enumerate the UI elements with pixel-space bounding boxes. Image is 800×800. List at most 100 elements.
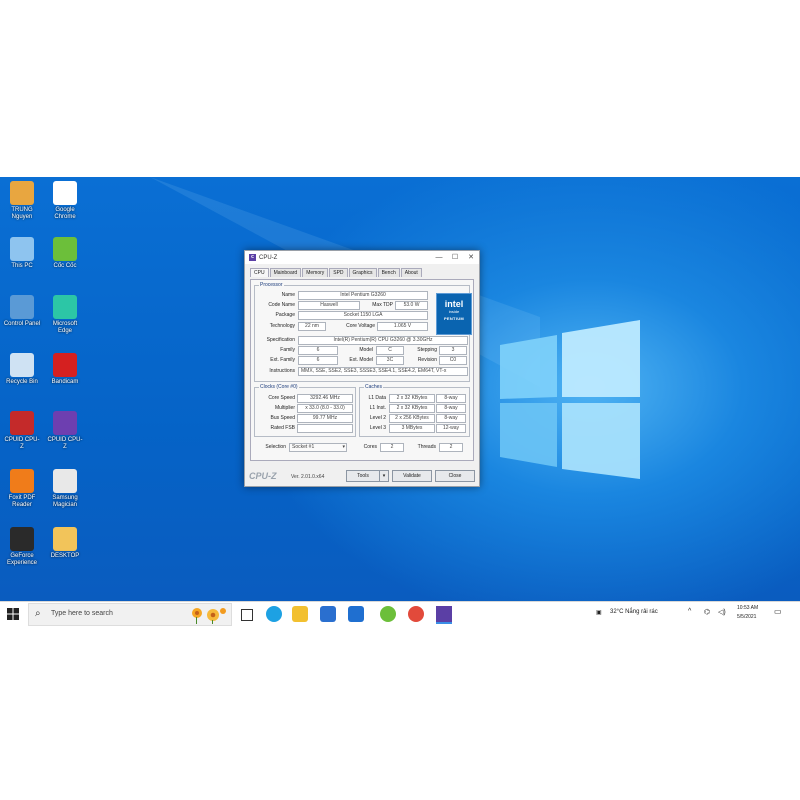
taskbar-search-box[interactable]: ⌕ Type here to search <box>28 603 232 626</box>
family-label: Family <box>280 347 295 353</box>
technology-value: 22 nm <box>298 322 326 331</box>
desktop-icon-label: GeForce Experience <box>6 553 38 566</box>
app-icon <box>53 353 77 377</box>
desktop-icon[interactable]: GeForce Experience <box>3 527 41 567</box>
desktop-icon[interactable]: This PC <box>3 237 41 270</box>
desktop-icon[interactable]: CPUID CPU-Z <box>46 411 84 451</box>
weather-text[interactable]: 32°C Nắng rải rác <box>610 609 658 615</box>
desktop-icon[interactable]: Recycle Bin <box>3 353 41 386</box>
task-view-icon[interactable] <box>241 609 253 621</box>
revision-label: Revision <box>417 357 437 363</box>
desktop-icon[interactable]: Samsung Magician <box>46 469 84 509</box>
tab-graphics[interactable]: Graphics <box>348 268 377 277</box>
tab-bench[interactable]: Bench <box>377 268 400 277</box>
chevron-up-icon[interactable]: ^ <box>688 608 691 615</box>
cpuz-title: CPU-Z <box>259 254 278 261</box>
desktop-icon-label: This PC <box>11 263 33 269</box>
corevoltage-label: Core Voltage <box>346 323 375 329</box>
app-icon <box>53 527 77 551</box>
app-icon <box>10 181 34 205</box>
mail-icon[interactable] <box>348 606 364 622</box>
clock-date[interactable]: 5/5/2021 <box>737 614 756 620</box>
desktop-icon-label: Google Chrome <box>54 207 76 220</box>
desktop-icon[interactable]: Foxit PDF Reader <box>3 469 41 509</box>
desktop-icon[interactable]: Google Chrome <box>46 181 84 221</box>
search-icon: ⌕ <box>35 608 41 619</box>
tab-spd[interactable]: SPD <box>329 268 348 277</box>
desktop-icon-label: Cốc Cốc <box>53 263 77 269</box>
stepping-label: Stepping <box>417 347 437 353</box>
cache-way-value: 8-way <box>436 394 466 403</box>
tools-button[interactable]: Tools <box>346 470 380 482</box>
desktop-icon[interactable]: Cốc Cốc <box>46 237 84 270</box>
desktop-icon-label: CPUID CPU-Z <box>4 437 40 450</box>
cpuz-titlebar[interactable]: c CPU-Z — ☐ ✕ <box>245 251 479 264</box>
model-label: Model <box>359 347 373 353</box>
desktop-icon-label: Microsoft Edge <box>52 321 78 334</box>
notification-icon[interactable]: ▭ <box>774 607 782 616</box>
desktop-icon-label: Bandicam <box>51 379 79 385</box>
cpuz-bottom-bar: CPU-Z Ver. 2.01.0.x64 Tools ▾ Validate C… <box>245 466 479 486</box>
package-label: Package <box>275 312 295 318</box>
intel-product-text: PENTIUM <box>443 316 465 321</box>
selection-dropdown[interactable]: Socket #1 ▾ <box>289 443 347 452</box>
app-icon <box>10 353 34 377</box>
desktop-icon-label: Samsung Magician <box>52 495 78 508</box>
close-icon[interactable]: ✕ <box>463 251 479 264</box>
core-speed-label: Core Speed <box>268 395 295 401</box>
validate-button-label: Validate <box>403 473 421 479</box>
search-placeholder: Type here to search <box>51 610 113 617</box>
cache-way-value: 8-way <box>436 404 466 413</box>
tools-dropdown-icon[interactable]: ▾ <box>379 470 389 482</box>
store-icon[interactable] <box>320 606 336 622</box>
windows-start-icon[interactable] <box>6 607 20 621</box>
spec-label: Specification <box>266 337 295 343</box>
desktop-icon[interactable]: DESKTOP <box>46 527 84 560</box>
file-explorer-icon[interactable] <box>292 606 308 622</box>
app-icon <box>10 411 34 435</box>
tab-mainboard[interactable]: Mainboard <box>269 268 302 277</box>
clock-time[interactable]: 10:53 AM <box>737 605 758 611</box>
cache-level-label: Level 3 <box>369 425 386 431</box>
multiplier-value: x 33.0 (8.0 - 33.0) <box>297 404 353 413</box>
bus-speed-value: 99.77 MHz <box>297 414 353 423</box>
desktop-icon-label: CPUID CPU-Z <box>47 437 83 450</box>
cache-level-label: L1 Data <box>368 395 386 401</box>
cache-size-value: 2 x 256 KBytes <box>389 414 435 423</box>
processor-group: Processor Name Intel Pentium G3260 Code … <box>254 282 472 382</box>
edge-icon[interactable] <box>266 606 282 622</box>
cpuz-tabs: CPU Mainboard Memory SPD Graphics Bench About <box>245 264 479 277</box>
extmodel-label: Ext. Model <box>349 357 373 363</box>
intel-pentium-logo: intel inside PENTIUM <box>436 293 472 335</box>
tab-about[interactable]: About <box>400 268 422 277</box>
desktop-icon-label: DESKTOP <box>50 553 80 559</box>
cache-level-label: Level 2 <box>369 415 386 421</box>
tab-memory[interactable]: Memory <box>302 268 329 277</box>
intel-inside-text: inside <box>448 309 460 314</box>
minimize-icon[interactable]: — <box>431 251 447 264</box>
app-icon <box>10 527 34 551</box>
validate-button[interactable]: Validate <box>392 470 432 482</box>
volume-icon[interactable]: ◁) <box>718 608 726 616</box>
desktop-icon[interactable]: TRUNG Nguyen <box>3 181 41 221</box>
tab-cpu[interactable]: CPU <box>250 268 269 277</box>
threads-label: Threads <box>417 444 436 450</box>
selection-value: Socket #1 <box>292 444 315 450</box>
cpuz-logo: CPU-Z <box>249 471 277 481</box>
processor-group-title: Processor <box>259 282 284 288</box>
maximize-icon[interactable]: ☐ <box>447 251 463 264</box>
desktop-icon[interactable]: Bandicam <box>46 353 84 386</box>
desktop-icon[interactable]: Control Panel <box>3 295 41 328</box>
desktop-icon[interactable]: CPUID CPU-Z <box>3 411 41 451</box>
maxtdp-value: 53.0 W <box>395 301 428 310</box>
model-value: C <box>376 346 404 355</box>
cpu-z-icon[interactable] <box>436 606 452 624</box>
caches-group-title: Caches <box>364 384 383 390</box>
chrome-icon[interactable] <box>408 606 424 622</box>
coc-coc-icon[interactable] <box>380 606 396 622</box>
cores-value: 2 <box>380 443 404 452</box>
close-button[interactable]: Close <box>435 470 475 482</box>
desktop-icon[interactable]: Microsoft Edge <box>46 295 84 335</box>
network-icon[interactable]: ⌬ <box>704 608 710 616</box>
cpuz-window[interactable]: c CPU-Z — ☐ ✕ CPU Mainboard Memory SPD Graph… <box>244 250 480 487</box>
